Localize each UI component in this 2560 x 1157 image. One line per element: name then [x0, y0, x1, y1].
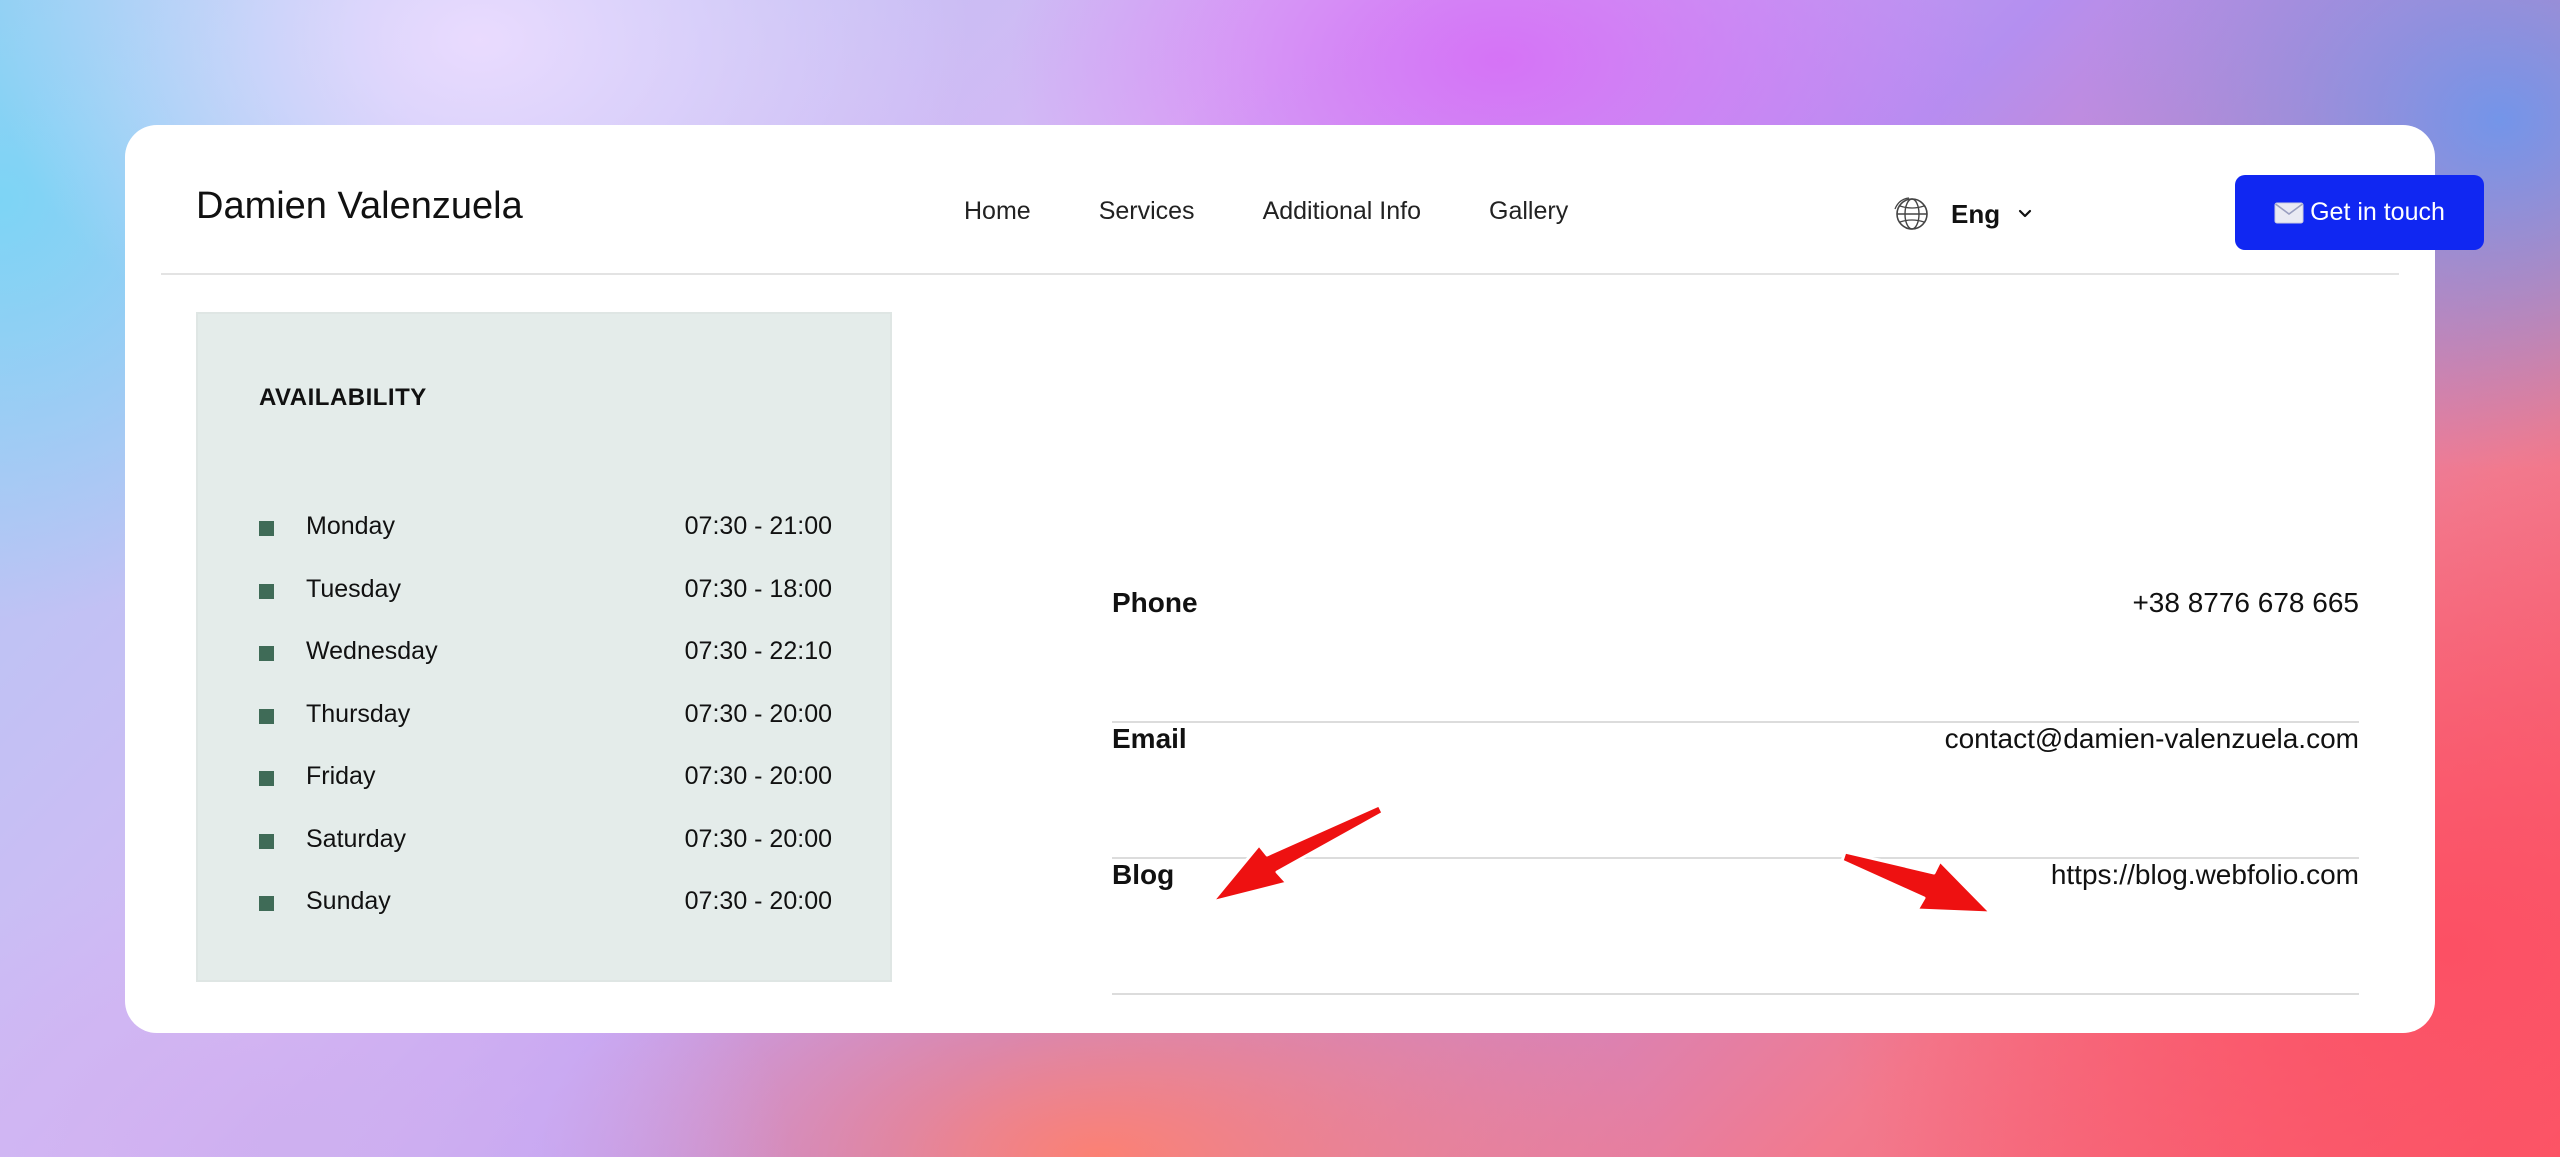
- square-bullet-icon: [259, 896, 274, 911]
- contact-label: Email: [1112, 723, 1187, 754]
- nav-item-gallery[interactable]: Gallery: [1489, 199, 1568, 224]
- square-bullet-icon: [259, 833, 274, 849]
- schedule-row: Friday 07:30 - 20:00: [259, 762, 832, 825]
- main-card: Damien Valenzuela Home Services Addition…: [125, 125, 2484, 1033]
- main-nav: Home Services Additional Info Gallery: [964, 199, 1568, 224]
- chevron-down-icon: [2019, 209, 2032, 218]
- contact-label: Phone: [1112, 587, 1198, 618]
- brand-name[interactable]: Damien Valenzuela: [196, 187, 523, 225]
- language-selector[interactable]: Eng: [1893, 195, 2034, 233]
- availability-panel: AVAILABILITY Monday 07:30 - 21:00 Tuesda…: [196, 312, 892, 982]
- contact-list: Phone +38 8776 678 665 Email contact@dam…: [1112, 587, 2359, 995]
- schedule-row: Sunday 07:30 - 20:00: [259, 887, 832, 950]
- contact-label: Blog: [1112, 859, 1175, 890]
- get-in-touch-button[interactable]: Get in touch: [2235, 175, 2484, 250]
- globe-icon: [1894, 197, 1928, 230]
- schedule-day: Saturday: [306, 824, 407, 853]
- language-label: Eng: [1951, 198, 2001, 229]
- get-in-touch-label: Get in touch: [2310, 198, 2445, 226]
- schedule-day: Friday: [306, 762, 376, 790]
- schedule-day: Wednesday: [306, 637, 438, 665]
- square-bullet-icon: [259, 521, 274, 536]
- schedule-day: Thursday: [306, 699, 411, 728]
- contact-row-blog: Blog https://blog.webfolio.com: [1112, 859, 2359, 995]
- schedule-row: Wednesday 07:30 - 22:10: [259, 637, 832, 700]
- schedule-list: Monday 07:30 - 21:00 Tuesday 07:30 - 18:…: [259, 512, 832, 950]
- schedule-row: Saturday 07:30 - 20:00: [259, 825, 832, 888]
- schedule-row: Thursday 07:30 - 20:00: [259, 700, 832, 763]
- schedule-hours: 07:30 - 22:10: [684, 637, 832, 665]
- availability-title: AVAILABILITY: [259, 384, 427, 411]
- square-bullet-icon: [259, 708, 274, 724]
- schedule-hours: 07:30 - 20:00: [684, 762, 832, 790]
- nav-item-additional-info[interactable]: Additional Info: [1263, 199, 1421, 224]
- blog-link[interactable]: https://blog.webfolio.com: [2051, 859, 2359, 891]
- schedule-row: Tuesday 07:30 - 18:00: [259, 575, 832, 638]
- schedule-hours: 07:30 - 21:00: [684, 512, 832, 540]
- contact-row-phone: Phone +38 8776 678 665: [1112, 587, 2359, 723]
- schedule-day: Monday: [306, 512, 395, 540]
- schedule-hours: 07:30 - 18:00: [684, 574, 832, 603]
- schedule-hours: 07:30 - 20:00: [684, 887, 832, 915]
- envelope-icon: [2274, 202, 2304, 223]
- phone-link[interactable]: +38 8776 678 665: [2132, 587, 2359, 619]
- square-bullet-icon: [259, 646, 274, 661]
- schedule-hours: 07:30 - 20:00: [684, 699, 832, 728]
- schedule-day: Sunday: [306, 887, 391, 915]
- contact-row-email: Email contact@damien-valenzuela.com: [1112, 723, 2359, 859]
- square-bullet-icon: [259, 583, 274, 599]
- site-header: Damien Valenzuela Home Services Addition…: [161, 125, 2484, 275]
- square-bullet-icon: [259, 771, 274, 786]
- nav-item-home[interactable]: Home: [964, 199, 1031, 224]
- schedule-day: Tuesday: [306, 574, 401, 603]
- schedule-row: Monday 07:30 - 21:00: [259, 512, 832, 575]
- nav-item-services[interactable]: Services: [1099, 199, 1195, 224]
- email-link[interactable]: contact@damien-valenzuela.com: [1945, 723, 2359, 755]
- schedule-hours: 07:30 - 20:00: [684, 824, 832, 853]
